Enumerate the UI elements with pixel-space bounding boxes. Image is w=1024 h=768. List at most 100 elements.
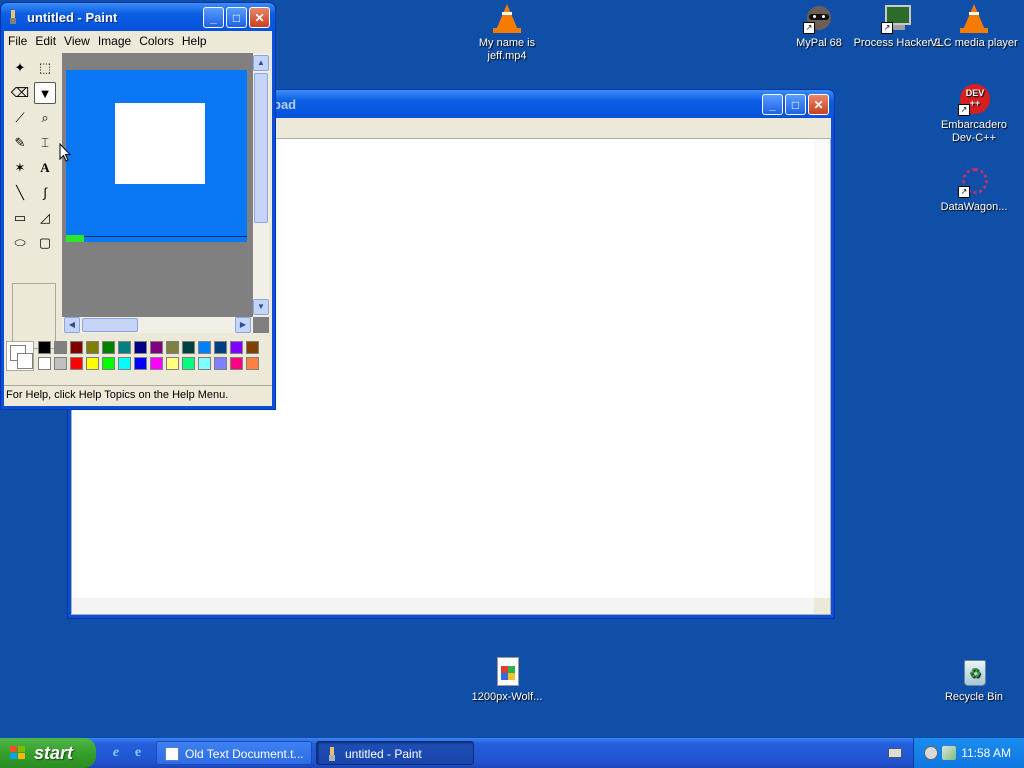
paint-menubar: File Edit View Image Colors Help [4,31,272,51]
task-paint[interactable]: untitled - Paint [316,741,474,765]
color-swatch[interactable] [214,341,227,354]
canvas-vertical-scrollbar[interactable]: ▲ ▼ [253,53,269,317]
desktop-icon-wolf-image[interactable]: 1200px-Wolf... [462,656,552,704]
color-swatch[interactable] [86,357,99,370]
text-tool-icon[interactable]: A [34,157,56,179]
rect-select-tool-icon[interactable]: ⬚ [34,57,56,79]
keyboard-icon[interactable] [888,748,902,758]
menu-image[interactable]: Image [94,31,135,48]
color-swatch[interactable] [150,341,163,354]
tool-options-box[interactable] [12,283,56,349]
color-swatch[interactable] [182,341,195,354]
fill-with-color-tool-icon[interactable]: ▼ [34,82,56,104]
magnifier-tool-icon[interactable]: ⌕ [34,107,56,129]
scroll-left-button[interactable]: ◀ [64,317,80,333]
start-button[interactable]: start [0,738,96,768]
task-label: Old Text Document.t... [185,747,304,761]
menu-edit[interactable]: Edit [31,31,60,48]
volume-icon[interactable] [942,746,956,760]
white-rectangle-shape [115,103,205,184]
minimize-button[interactable]: _ [762,94,783,115]
paint-title: untitled - Paint [27,10,118,25]
color-swatch[interactable] [166,357,179,370]
devcpp-icon: DEV ++ ↗ [958,84,990,116]
paint-window[interactable]: untitled - Paint _ □ ✕ File Edit View Image… [0,2,276,410]
clock[interactable]: 11:58 AM [961,746,1011,760]
brush-tool-icon[interactable]: ⌶ [34,132,56,154]
color-swatch[interactable] [54,341,67,354]
tray-app-icon[interactable] [924,746,938,760]
color-swatch[interactable] [86,341,99,354]
scroll-up-button[interactable]: ▲ [253,55,269,71]
desktop-icon-label: MyPal 68 [796,37,842,49]
color-swatch[interactable] [70,357,83,370]
color-swatch[interactable] [230,357,243,370]
desktop-icon-mypal[interactable]: ↗ MyPal 68 [774,2,864,50]
menu-file[interactable]: File [4,31,31,48]
color-swatch[interactable] [102,357,115,370]
task-notepad[interactable]: Old Text Document.t... [156,741,312,765]
color-swatch[interactable] [198,357,211,370]
color-swatch[interactable] [134,341,147,354]
eraser-tool-icon[interactable]: ⌫ [9,82,31,104]
curve-tool-icon[interactable]: ∫ [34,182,56,204]
airbrush-tool-icon[interactable]: ✶ [9,157,31,179]
close-button[interactable]: ✕ [249,7,270,28]
polygon-tool-icon[interactable]: ◿ [34,207,56,229]
line-tool-icon[interactable]: ╲ [9,182,31,204]
pencil-tool-icon[interactable]: ✎ [9,132,31,154]
resize-grip[interactable] [814,598,830,614]
color-swatch[interactable] [54,357,67,370]
color-swatch[interactable] [246,341,259,354]
color-swatch[interactable] [246,357,259,370]
menu-help[interactable]: Help [178,31,211,48]
maximize-button[interactable]: □ [226,7,247,28]
explorer-quicklaunch-icon[interactable]: e [129,744,147,762]
minimize-button[interactable]: _ [203,7,224,28]
color-swatch[interactable] [214,357,227,370]
desktop-icon-jeff-mp4[interactable]: My name is jeff.mp4 [462,2,552,63]
color-swatch[interactable] [150,357,163,370]
color-swatch[interactable] [118,357,131,370]
color-swatch[interactable] [38,357,51,370]
color-swatch[interactable] [38,341,51,354]
color-swatch[interactable] [134,357,147,370]
monitor-icon: ↗ [881,2,913,34]
raccoon-icon: ↗ [803,2,835,34]
canvas-area: ▲ ▼ ◀ ▶ [62,53,269,333]
desktop-icon-label: Embarcadero Dev-C++ [940,119,1008,144]
vertical-scrollbar[interactable] [814,139,830,598]
scroll-down-button[interactable]: ▼ [253,299,269,315]
color-swatch[interactable] [118,341,131,354]
menu-colors[interactable]: Colors [135,31,178,48]
rectangle-tool-icon[interactable]: ▭ [9,207,31,229]
desktop-icon-datawagon[interactable]: ↗ DataWagon... [929,166,1019,214]
drawing-canvas[interactable] [66,70,247,242]
free-form-select-tool-icon[interactable]: ✦ [9,57,31,79]
canvas-horizontal-scrollbar[interactable]: ◀ ▶ [62,317,253,333]
scroll-thumb[interactable] [254,73,268,223]
toolbox: ✦ ⬚ ⌫ ▼ ⟋ ⌕ ✎ ⌶ ✶ A ╲ ∫ ▭ ◿ ⬭ ▢ [6,53,60,349]
scroll-thumb[interactable] [82,318,138,332]
desktop-icon-recycle-bin[interactable]: ♻ Recycle Bin [929,656,1019,704]
vlc-cone-icon [491,2,523,34]
internet-explorer-icon[interactable]: e [107,744,125,762]
menu-view[interactable]: View [60,31,94,48]
ellipse-tool-icon[interactable]: ⬭ [9,232,31,254]
maximize-button[interactable]: □ [785,94,806,115]
rounded-rect-tool-icon[interactable]: ▢ [34,232,56,254]
close-button[interactable]: ✕ [808,94,829,115]
horizontal-scrollbar[interactable] [72,598,814,614]
pick-color-tool-icon[interactable]: ⟋ [9,107,31,129]
scroll-right-button[interactable]: ▶ [235,317,251,333]
desktop-icon-vlc[interactable]: VLC media player [929,2,1019,50]
color-swatch[interactable] [70,341,83,354]
color-swatch[interactable] [102,341,115,354]
color-swatch[interactable] [198,341,211,354]
paint-titlebar[interactable]: untitled - Paint _ □ ✕ [1,3,275,31]
color-swatch[interactable] [230,341,243,354]
color-swatch[interactable] [182,357,195,370]
color-swatch[interactable] [166,341,179,354]
desktop-icon-label: DataWagon... [940,201,1008,213]
desktop-icon-devcpp[interactable]: DEV ++ ↗ Embarcadero Dev-C++ [929,84,1019,145]
